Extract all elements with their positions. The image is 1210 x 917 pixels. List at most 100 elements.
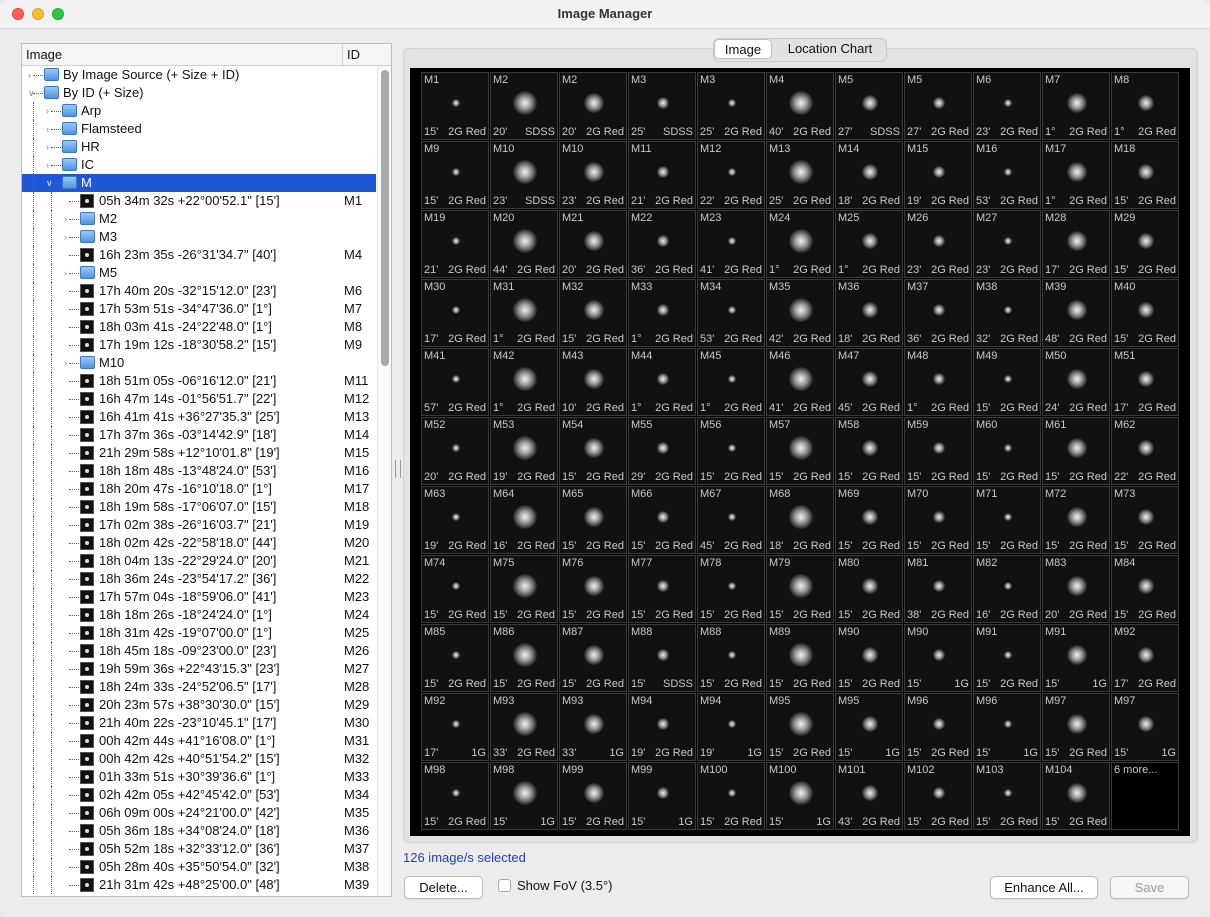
thumbnail-cell[interactable]: M14 18' 2G Red	[835, 141, 903, 209]
thumbnail-cell[interactable]: M28 17' 2G Red	[1042, 210, 1110, 278]
tree-image-row[interactable]: 01h 33m 51s +30°39'36.6" [1°] M33	[22, 768, 376, 786]
thumbnail-cell[interactable]: M24 1° 2G Red	[766, 210, 834, 278]
thumbnail-cell[interactable]: M44 1° 2G Red	[628, 348, 696, 416]
tree-image-row[interactable]: 21h 40m 22s -23°10'45.1" [17'] M30	[22, 714, 376, 732]
tree-folder-row[interactable]: › Flamsteed	[22, 120, 376, 138]
thumbnail-cell[interactable]: M33 1° 2G Red	[628, 279, 696, 347]
thumbnail-cell[interactable]: M74 15' 2G Red	[421, 555, 489, 623]
thumbnail-cell[interactable]: M77 15' 2G Red	[628, 555, 696, 623]
thumbnail-cell[interactable]: M79 15' 2G Red	[766, 555, 834, 623]
thumbnail-cell[interactable]: M15 19' 2G Red	[904, 141, 972, 209]
thumbnail-cell[interactable]: M42 1° 2G Red	[490, 348, 558, 416]
thumbnail-cell[interactable]: M100 15' 1G	[766, 762, 834, 830]
delete-button[interactable]: Delete...	[404, 876, 483, 899]
collapsed-chevron-icon[interactable]: ›	[46, 120, 56, 138]
tree-image-row[interactable]: 05h 28m 40s +35°50'54.0" [32'] M38	[22, 858, 376, 876]
thumbnail-cell[interactable]: M94 19' 2G Red	[628, 693, 696, 761]
save-button[interactable]: Save	[1110, 876, 1189, 899]
thumbnail-cell[interactable]: M56 15' 2G Red	[697, 417, 765, 485]
tree-image-row[interactable]: 05h 52m 18s +32°33'12.0" [36'] M37	[22, 840, 376, 858]
tree-image-row[interactable]: 16h 41m 41s +36°27'35.3" [25'] M13	[22, 408, 376, 426]
thumbnail-cell[interactable]: M65 15' 2G Red	[559, 486, 627, 554]
thumbnail-cell[interactable]: M53 19' 2G Red	[490, 417, 558, 485]
thumbnail-cell[interactable]: M99 15' 1G	[628, 762, 696, 830]
thumbnail-cell[interactable]: M7 1° 2G Red	[1042, 72, 1110, 140]
thumbnail-cell[interactable]: M38 32' 2G Red	[973, 279, 1041, 347]
collapsed-chevron-icon[interactable]: ›	[64, 210, 74, 228]
tree-image-row[interactable]: 18h 18m 48s -13°48'24.0" [53'] M16	[22, 462, 376, 480]
thumbnail-cell[interactable]: M32 15' 2G Red	[559, 279, 627, 347]
thumbnail-cell[interactable]: M2 20' 2G Red	[559, 72, 627, 140]
tree-scroll-thumb[interactable]	[381, 70, 389, 366]
thumbnail-cell[interactable]: M19 21' 2G Red	[421, 210, 489, 278]
column-header-image[interactable]: Image	[26, 47, 62, 62]
thumbnail-cell[interactable]: M20 44' 2G Red	[490, 210, 558, 278]
tree-image-row[interactable]: 00h 42m 42s +40°51'54.2" [15'] M32	[22, 750, 376, 768]
tree-image-row[interactable]: 21h 29m 58s +12°10'01.8" [19'] M15	[22, 444, 376, 462]
thumbnail-cell[interactable]: M97 15' 1G	[1111, 693, 1179, 761]
thumbnail-cell[interactable]: M61 15' 2G Red	[1042, 417, 1110, 485]
thumbnail-cell[interactable]: M58 15' 2G Red	[835, 417, 903, 485]
tree-folder-row[interactable]: ∨ By ID (+ Size)	[22, 84, 376, 102]
thumbnail-cell[interactable]: M43 10' 2G Red	[559, 348, 627, 416]
thumbnail-cell[interactable]: M57 15' 2G Red	[766, 417, 834, 485]
thumbnail-cell[interactable]: M62 22' 2G Red	[1111, 417, 1179, 485]
thumbnail-cell[interactable]: M27 23' 2G Red	[973, 210, 1041, 278]
tree-image-row[interactable]: 18h 31m 42s -19°07'00.0" [1°] M25	[22, 624, 376, 642]
thumbnail-cell[interactable]: M66 15' 2G Red	[628, 486, 696, 554]
thumbnail-cell[interactable]: M29 15' 2G Red	[1111, 210, 1179, 278]
tree-image-row[interactable]: 18h 04m 13s -22°29'24.0" [20'] M21	[22, 552, 376, 570]
thumbnail-cell[interactable]: M96 15' 1G	[973, 693, 1041, 761]
tree-folder-row[interactable]: › By Image Source (+ Size + ID)	[22, 66, 376, 84]
tab-image[interactable]: Image	[714, 39, 772, 59]
thumbnail-cell[interactable]: M101 43' 2G Red	[835, 762, 903, 830]
thumbnail-cell[interactable]: M100 15' 2G Red	[697, 762, 765, 830]
collapsed-chevron-icon[interactable]: ›	[46, 156, 56, 174]
thumbnail-cell[interactable]: M73 15' 2G Red	[1111, 486, 1179, 554]
thumbnail-cell[interactable]: M25 1° 2G Red	[835, 210, 903, 278]
thumbnail-cell[interactable]: M31 1° 2G Red	[490, 279, 558, 347]
tree-image-row[interactable]: 16h 47m 14s -01°56'51.7" [22'] M12	[22, 390, 376, 408]
thumbnail-cell[interactable]: M30 17' 2G Red	[421, 279, 489, 347]
tree-scrollbar[interactable]	[377, 66, 391, 896]
collapsed-chevron-icon[interactable]: ›	[46, 138, 56, 156]
tree-image-row[interactable]: 18h 51m 05s -06°16'12.0" [21'] M11	[22, 372, 376, 390]
thumbnail-cell[interactable]: M8 1° 2G Red	[1111, 72, 1179, 140]
thumbnail-cell[interactable]: M10 23' SDSS	[490, 141, 558, 209]
thumbnail-cell[interactable]: M70 15' 2G Red	[904, 486, 972, 554]
thumbnail-cell[interactable]: M95 15' 2G Red	[766, 693, 834, 761]
thumbnail-cell[interactable]: M86 15' 2G Red	[490, 624, 558, 692]
thumbnail-cell[interactable]: M71 15' 2G Red	[973, 486, 1041, 554]
image-tree[interactable]: Image ID › By Image Source (+ Size + ID) ∨…	[21, 43, 392, 897]
thumbnail-cell[interactable]: M55 29' 2G Red	[628, 417, 696, 485]
collapsed-chevron-icon[interactable]: ›	[64, 228, 74, 246]
tree-image-row[interactable]: 18h 03m 41s -24°22'48.0" [1°] M8	[22, 318, 376, 336]
thumbnail-cell[interactable]: M5 27' SDSS	[835, 72, 903, 140]
tree-image-row[interactable]: 18h 19m 58s -17°06'07.0" [15'] M18	[22, 498, 376, 516]
thumbnail-cell[interactable]: M40 15' 2G Red	[1111, 279, 1179, 347]
thumbnail-cell[interactable]: M1 15' 2G Red	[421, 72, 489, 140]
thumbnail-cell[interactable]: M98 15' 2G Red	[421, 762, 489, 830]
thumbnail-cell[interactable]: M67 45' 2G Red	[697, 486, 765, 554]
thumbnail-cell[interactable]: M41 57' 2G Red	[421, 348, 489, 416]
tree-folder-row[interactable]: › M3	[22, 228, 376, 246]
thumbnail-cell[interactable]: M87 15' 2G Red	[559, 624, 627, 692]
thumbnail-cell[interactable]: M46 41' 2G Red	[766, 348, 834, 416]
tab-location-chart[interactable]: Location Chart	[774, 39, 886, 59]
tree-image-row[interactable]: 21h 31m 42s +48°25'00.0" [48'] M39	[22, 876, 376, 894]
tree-image-row[interactable]: 00h 42m 44s +41°16'08.0" [1°] M31	[22, 732, 376, 750]
thumbnail-grid[interactable]: M1 15' 2G Red M2 20' SDSS M2 20' 2G Red M3 25' SDSS…	[410, 68, 1190, 836]
thumbnail-cell[interactable]: M94 19' 1G	[697, 693, 765, 761]
thumbnail-cell[interactable]: M59 15' 2G Red	[904, 417, 972, 485]
thumbnail-cell[interactable]: M85 15' 2G Red	[421, 624, 489, 692]
thumbnail-cell[interactable]: M91 15' 1G	[1042, 624, 1110, 692]
thumbnail-cell[interactable]: M72 15' 2G Red	[1042, 486, 1110, 554]
thumbnail-cell[interactable]: M78 15' 2G Red	[697, 555, 765, 623]
thumbnail-cell[interactable]: M103 15' 2G Red	[973, 762, 1041, 830]
column-separator[interactable]	[342, 44, 343, 65]
tree-image-row[interactable]: 18h 02m 42s -22°58'18.0" [44'] M20	[22, 534, 376, 552]
thumbnail-cell[interactable]: M51 17' 2G Red	[1111, 348, 1179, 416]
thumbnail-cell[interactable]: M50 24' 2G Red	[1042, 348, 1110, 416]
thumbnail-cell[interactable]: M4 40' 2G Red	[766, 72, 834, 140]
tree-image-row[interactable]: 05h 34m 32s +22°00'52.1" [15'] M1	[22, 192, 376, 210]
